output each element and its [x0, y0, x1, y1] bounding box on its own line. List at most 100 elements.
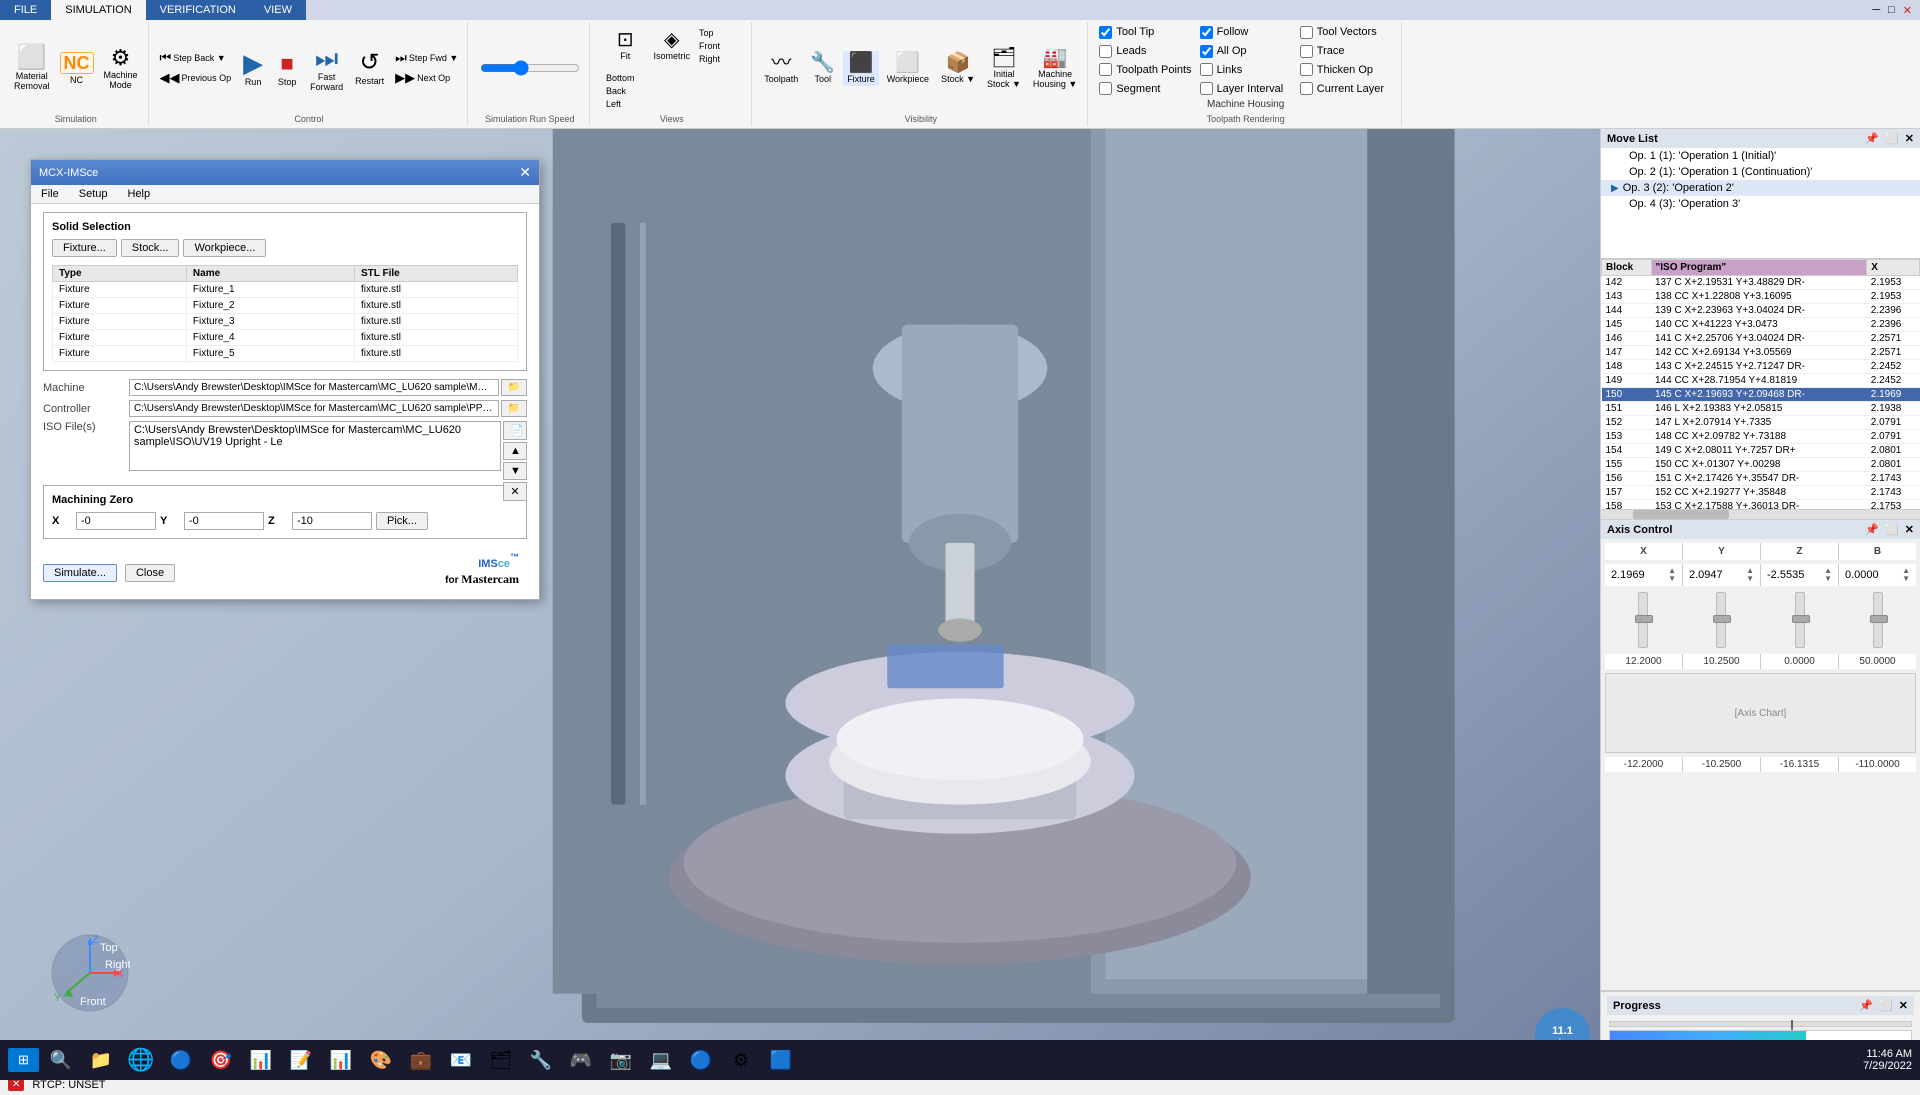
- taskbar-app4[interactable]: 📝: [283, 1042, 319, 1078]
- start-button[interactable]: ⊞: [8, 1048, 39, 1072]
- move-list-item[interactable]: Op. 2 (1): 'Operation 1 (Continuation)': [1601, 164, 1920, 180]
- isometric-button[interactable]: ◈ Isometric: [649, 28, 694, 63]
- machine-browse-button[interactable]: 📁: [501, 379, 527, 396]
- run-button[interactable]: ▶ Run: [238, 48, 268, 89]
- z-input[interactable]: [292, 512, 372, 530]
- slider-track-b[interactable]: [1873, 592, 1883, 648]
- thicken-op-button[interactable]: Thicken Op: [1297, 62, 1395, 77]
- current-layer-checkbox[interactable]: [1300, 82, 1313, 95]
- taskbar-files[interactable]: 📁: [83, 1042, 119, 1078]
- axis-pin-button[interactable]: 📌: [1865, 523, 1879, 536]
- gcode-row[interactable]: 147 142 CC X+2.69134 Y+3.05569 2.2571: [1602, 346, 1920, 360]
- fixture-row[interactable]: Fixture Fixture_3 fixture.stl: [53, 314, 518, 330]
- slider-thumb-x[interactable]: [1635, 615, 1653, 623]
- tab-verification[interactable]: VERIFICATION: [146, 0, 250, 20]
- toolpath-points-button[interactable]: Toolpath Points: [1096, 62, 1194, 77]
- axis-down-x[interactable]: ▼: [1668, 575, 1676, 583]
- gcode-row[interactable]: 143 138 CC X+1.22808 Y+3.16095 2.1953: [1602, 290, 1920, 304]
- controller-browse-button[interactable]: 📁: [501, 400, 527, 417]
- gcode-row[interactable]: 151 146 L X+2.19383 Y+2.05815 2.1938: [1602, 402, 1920, 416]
- slider-track-x[interactable]: [1638, 592, 1648, 648]
- left-button[interactable]: Left: [603, 98, 648, 110]
- tab-view[interactable]: VIEW: [250, 0, 306, 20]
- iso-file-item[interactable]: C:\Users\Andy Brewster\Desktop\IMSce for…: [134, 424, 496, 448]
- iso-remove-button[interactable]: ✕: [503, 482, 527, 501]
- gcode-row[interactable]: 149 144 CC X+28.71954 Y+4.81819 2.2452: [1602, 374, 1920, 388]
- tab-simulation[interactable]: SIMULATION: [51, 0, 145, 20]
- layer-interval-button[interactable]: Layer Interval: [1197, 81, 1295, 96]
- slider-track-z[interactable]: [1795, 592, 1805, 648]
- gcode-row[interactable]: 158 153 C X+2.17588 Y+.36013 DR- 2.1753: [1602, 500, 1920, 510]
- taskbar-app13[interactable]: 💻: [643, 1042, 679, 1078]
- progress-pin-button[interactable]: 📌: [1859, 999, 1873, 1012]
- toolpath-vis-button[interactable]: 〰 Toolpath: [760, 51, 802, 86]
- taskbar-app1[interactable]: 🔵: [163, 1042, 199, 1078]
- right-button[interactable]: Right: [696, 53, 741, 65]
- slider-thumb-z[interactable]: [1792, 615, 1810, 623]
- trace-checkbox[interactable]: [1300, 45, 1313, 58]
- taskbar-search[interactable]: 🔍: [43, 1042, 79, 1078]
- leads-checkbox[interactable]: [1099, 45, 1112, 58]
- tool-vectors-checkbox[interactable]: [1300, 26, 1313, 39]
- taskbar-app5[interactable]: 📊: [323, 1042, 359, 1078]
- back-button[interactable]: Back: [603, 85, 648, 97]
- all-op-button[interactable]: All Op: [1197, 44, 1295, 59]
- nc-mode-button[interactable]: NC NC: [56, 50, 98, 87]
- axis-stepper-z[interactable]: ▲ ▼: [1824, 567, 1832, 583]
- taskbar-app11[interactable]: 🎮: [563, 1042, 599, 1078]
- taskbar-app9[interactable]: 🗂: [483, 1042, 519, 1078]
- axis-stepper-x[interactable]: ▲ ▼: [1668, 567, 1676, 583]
- stock-button[interactable]: Stock...: [121, 239, 180, 257]
- gcode-table[interactable]: Block "ISO Program" X 142 137 C X+2.1953…: [1601, 259, 1920, 509]
- taskbar-app14[interactable]: 🔵: [683, 1042, 719, 1078]
- gcode-row[interactable]: 155 150 CC X+.01307 Y+.00298 2.0801: [1602, 458, 1920, 472]
- segment-checkbox[interactable]: [1099, 82, 1112, 95]
- trace-button[interactable]: Trace: [1297, 44, 1395, 59]
- slider-thumb-y[interactable]: [1713, 615, 1731, 623]
- current-layer-button[interactable]: Current Layer: [1297, 81, 1395, 96]
- progress-close-button[interactable]: ✕: [1899, 999, 1908, 1012]
- y-input[interactable]: [184, 512, 264, 530]
- bottom-button[interactable]: Bottom: [603, 72, 648, 84]
- iso-add-button[interactable]: 📄: [503, 421, 527, 440]
- viewport[interactable]: Z X Y Top Right Front 11.1 in: [0, 129, 1600, 1073]
- fixture-row[interactable]: Fixture Fixture_4 fixture.stl: [53, 330, 518, 346]
- gcode-row[interactable]: 144 139 C X+2.23963 Y+3.04024 DR- 2.2396: [1602, 304, 1920, 318]
- speed-slider[interactable]: [480, 60, 580, 76]
- gcode-row[interactable]: 156 151 C X+2.17426 Y+.35547 DR- 2.1743: [1602, 472, 1920, 486]
- x-input[interactable]: [76, 512, 156, 530]
- initial-stock-button[interactable]: 🗂 InitialStock ▼: [983, 46, 1025, 91]
- axis-down-z[interactable]: ▼: [1824, 575, 1832, 583]
- gcode-row[interactable]: 153 148 CC X+2.09782 Y+.73188 2.0791: [1602, 430, 1920, 444]
- machine-housing-button[interactable]: 🏭 MachineHousing ▼: [1029, 46, 1081, 91]
- axis-expand-button[interactable]: ⬜: [1885, 523, 1899, 536]
- move-list-close-button[interactable]: ✕: [1905, 132, 1914, 145]
- follow-checkbox[interactable]: [1200, 26, 1213, 39]
- top-button[interactable]: Top: [696, 27, 741, 39]
- previous-op-button[interactable]: ◀◀ Previous Op: [157, 69, 235, 87]
- gcode-row[interactable]: 148 143 C X+2.24515 Y+2.71247 DR- 2.2452: [1602, 360, 1920, 374]
- axis-close-button[interactable]: ✕: [1905, 523, 1914, 536]
- iso-down-button[interactable]: ▼: [503, 462, 527, 480]
- stop-button[interactable]: ⏹ Stop: [272, 48, 302, 89]
- gcode-row[interactable]: 152 147 L X+2.07914 Y+.7335 2.0791: [1602, 416, 1920, 430]
- progress-track[interactable]: [1609, 1021, 1912, 1027]
- simulate-button[interactable]: Simulate...: [43, 564, 117, 582]
- fixture-row[interactable]: Fixture Fixture_2 fixture.stl: [53, 298, 518, 314]
- fast-forward-button[interactable]: ⏭ FastForward: [306, 43, 347, 94]
- workpiece-button[interactable]: Workpiece...: [183, 239, 266, 257]
- workpiece-vis-button[interactable]: ⬜ Workpiece: [883, 51, 933, 86]
- follow-button[interactable]: Follow: [1197, 25, 1295, 40]
- taskbar-app15[interactable]: ⚙: [723, 1042, 759, 1078]
- gcode-row[interactable]: 142 137 C X+2.19531 Y+3.48829 DR- 2.1953: [1602, 276, 1920, 290]
- dialog-close-button[interactable]: ✕: [519, 164, 531, 181]
- links-button[interactable]: Links: [1197, 62, 1295, 77]
- restart-button[interactable]: ↺ Restart: [351, 49, 388, 88]
- dialog-file-menu[interactable]: File: [37, 187, 63, 201]
- fit-button[interactable]: ⊡ Fit: [603, 28, 648, 63]
- taskbar-app7[interactable]: 💼: [403, 1042, 439, 1078]
- layer-interval-checkbox[interactable]: [1200, 82, 1213, 95]
- tool-vectors-button[interactable]: Tool Vectors: [1297, 25, 1395, 40]
- gcode-hscroll[interactable]: [1601, 509, 1920, 519]
- thicken-op-checkbox[interactable]: [1300, 63, 1313, 76]
